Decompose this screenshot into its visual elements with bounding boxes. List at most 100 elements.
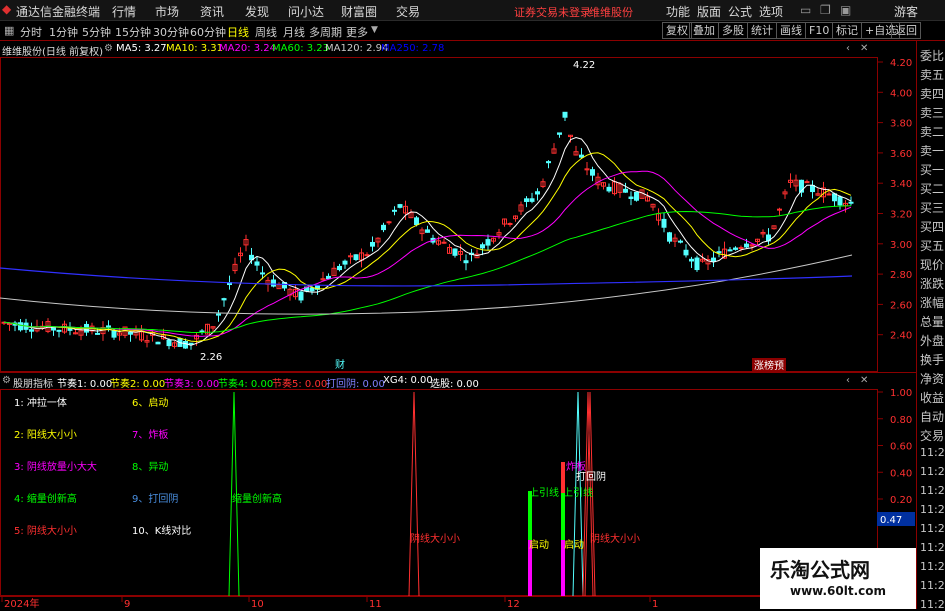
quote-panel-label[interactable]: 11:29: [920, 560, 945, 573]
quote-panel-label[interactable]: 11:29: [920, 465, 945, 478]
gear-icon[interactable]: ⚙: [104, 43, 113, 54]
restore-icon[interactable]: ❐: [820, 3, 831, 17]
candle-body: [254, 261, 260, 266]
candle-body: [727, 249, 733, 252]
menu-item-quotes[interactable]: 行情: [112, 3, 136, 20]
quote-panel-label: 卖二: [920, 125, 945, 139]
close-icon[interactable]: ✕: [860, 43, 868, 54]
price-axis-label: 3.80: [890, 119, 912, 130]
quote-panel-label: 涨跌: [920, 277, 945, 291]
f10-button[interactable]: F10: [805, 22, 834, 39]
minimize-icon[interactable]: ▭: [800, 3, 811, 17]
ma-legend: 维维股份(日线 前复权) ⚙ MA5: 3.27 MA10: 3.31 MA20…: [0, 41, 880, 58]
chevron-left-icon[interactable]: ‹: [846, 43, 850, 54]
candle-body: [628, 196, 634, 199]
quote-panel-label: 卖四: [920, 87, 945, 101]
candle-body: [298, 291, 304, 301]
quote-panel-label[interactable]: 11:29: [920, 541, 945, 554]
quote-panel-label[interactable]: 11:29: [920, 522, 945, 535]
overlay-button[interactable]: 叠加: [689, 22, 719, 39]
candle-body: [342, 260, 348, 265]
candle-body: [128, 331, 133, 335]
menu-item-wealth[interactable]: 财富圈: [341, 3, 377, 20]
price-axis-label: 4.00: [890, 88, 912, 99]
menu-item-xiaoda[interactable]: 问小达: [288, 3, 324, 20]
menu-item-discover[interactable]: 发现: [245, 3, 269, 20]
grid-icon[interactable]: ▦: [4, 24, 14, 37]
period-weekly[interactable]: 周线: [255, 24, 277, 40]
period-1min[interactable]: 1分钟: [49, 24, 78, 40]
indicator-list-item: 5: 阴线大小小: [14, 526, 77, 537]
menu-item-function[interactable]: 功能: [666, 3, 690, 20]
adjust-button[interactable]: 复权: [662, 22, 692, 39]
draw-line-button[interactable]: 画线: [776, 22, 806, 39]
back-button[interactable]: 返回: [891, 22, 921, 39]
period-multi[interactable]: 多周期: [309, 24, 342, 40]
quote-panel-label: 外盘: [920, 334, 945, 348]
quote-panel-label[interactable]: 11:29: [920, 484, 945, 497]
mark-button[interactable]: 标记: [832, 22, 862, 39]
quote-panel-label[interactable]: 自动: [920, 408, 944, 425]
period-monthly[interactable]: 月线: [283, 24, 305, 40]
chart-canvas[interactable]: 4.20 4.00 3.80 3.60 3.40 3.20 3.00 2.80 2.60 2.40…: [0, 0, 945, 609]
indicator-axis-label: 0.40: [890, 468, 912, 479]
menu-item-options[interactable]: 选项: [759, 3, 783, 20]
quote-panel-label[interactable]: 11:29: [920, 598, 945, 611]
indicator-list-item: 6、启动: [132, 398, 169, 409]
date-axis-label: 11: [369, 599, 382, 609]
period-daily[interactable]: 日线: [227, 24, 249, 40]
quote-panel-label[interactable]: 11:29: [920, 503, 945, 516]
ma250-label: MA250: 2.78: [381, 43, 445, 54]
candle-body: [271, 279, 276, 287]
period-60min[interactable]: 60分钟: [190, 24, 226, 40]
candle-body: [480, 244, 485, 249]
menu-item-news[interactable]: 资讯: [200, 3, 224, 20]
multi-stock-button[interactable]: 多股: [718, 22, 748, 39]
quote-panel-label[interactable]: 交易: [920, 427, 944, 444]
guest-user[interactable]: 游客: [894, 3, 918, 20]
candle-body: [260, 272, 265, 275]
watermark-url: www.60lt.com: [790, 584, 887, 598]
indicator-list-item: 10、K线对比: [132, 526, 192, 537]
indicator-gear-icon[interactable]: ⚙: [2, 375, 11, 386]
date-axis-label: 2024年: [4, 597, 39, 609]
signal-label: 启动: [529, 540, 549, 551]
ma10-label: MA10: 3.31: [166, 43, 224, 54]
candle-body: [353, 254, 359, 261]
menu-item-market[interactable]: 市场: [155, 3, 179, 20]
period-more[interactable]: 更多: [346, 24, 368, 40]
period-15min[interactable]: 15分钟: [115, 24, 151, 40]
window-icon[interactable]: ▣: [840, 3, 851, 17]
menu-item-trade[interactable]: 交易: [396, 3, 420, 20]
candle-body: [452, 248, 458, 256]
signal-label: 缩量创新高: [232, 494, 282, 505]
quote-panel-label: 买二: [920, 182, 945, 196]
quote-panel-label[interactable]: 11:29: [920, 446, 945, 459]
more-chevron-icon[interactable]: ▼: [371, 25, 378, 35]
ind-close-icon[interactable]: ✕: [860, 375, 868, 386]
candle-body: [848, 201, 854, 204]
candle-body: [535, 191, 540, 195]
quote-panel-label[interactable]: 11:29: [920, 579, 945, 592]
indicator-list-item: 9、打回阴: [132, 494, 179, 505]
watermark: 乐淘公式网 www.60lt.com: [760, 548, 916, 609]
quote-panel-label: 买一: [920, 163, 945, 177]
stats-button[interactable]: 统计: [747, 22, 777, 39]
period-minute[interactable]: 分时: [20, 24, 42, 40]
period-30min[interactable]: 30分钟: [153, 24, 189, 40]
menu-item-layout[interactable]: 版面: [697, 3, 721, 20]
candle-body: [441, 241, 447, 244]
indicator-name[interactable]: 股朋指标: [13, 375, 53, 390]
ma60-line: [3, 205, 852, 334]
candle-body: [51, 326, 56, 331]
candle-body: [188, 342, 194, 345]
candle-body: [634, 191, 639, 201]
candle-body: [667, 232, 672, 242]
menu-item-formula[interactable]: 公式: [728, 3, 752, 20]
candle-body: [738, 247, 744, 250]
app-title: 通达信金融终端: [16, 5, 101, 19]
price-axis-label: 2.60: [890, 300, 912, 311]
trade-login-notice[interactable]: 证券交易未登录: [514, 4, 591, 20]
period-5min[interactable]: 5分钟: [82, 24, 111, 40]
ind-chevron-left-icon[interactable]: ‹: [846, 375, 850, 386]
